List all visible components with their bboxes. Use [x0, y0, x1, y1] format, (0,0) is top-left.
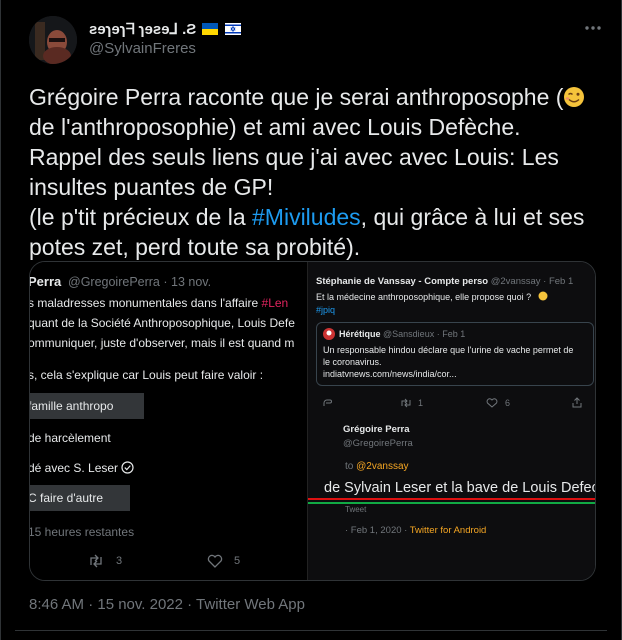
- screenshot-text-line: Et la médecine anthroposophique, elle pr…: [316, 292, 532, 302]
- retweet-count: 1: [418, 398, 424, 408]
- hashtag-link[interactable]: #Miviludes: [252, 204, 361, 230]
- tweet-container: ƨɘɿɘɿᖷ ɿɘƨɘ⅃ .Ƨ @SylvainFreres Grégoire …: [0, 0, 622, 640]
- poll-option: dé avec S. Leser: [30, 461, 135, 475]
- reply-to: to @2vanssay: [345, 461, 409, 472]
- poll-time-left: 15 heures restantes: [29, 525, 135, 539]
- winking-face-emoji-icon: [564, 87, 585, 107]
- screenshot-handle: @GregoirePerra: [343, 438, 413, 449]
- tweet-text-line: Rappel des seuls liens que j'ai avec ave…: [29, 144, 559, 200]
- divider: [15, 630, 607, 631]
- screenshot-handle-time: @GregoirePerra · 13 nov.: [68, 275, 212, 289]
- share-icon: [572, 397, 582, 408]
- display-name-text[interactable]: ƨɘɿɘɿᖷ ɿɘƨɘ⅃ .Ƨ: [89, 21, 196, 38]
- screenshot-author: Grégoire Perra: [343, 424, 410, 435]
- like-count: 5: [234, 555, 241, 567]
- poll-option: famille anthropo: [29, 399, 114, 413]
- quoted-text-line: le coronavirus.: [323, 357, 382, 367]
- quoted-author: Hérétique @Sansdieux · Feb 1: [339, 329, 466, 339]
- screenshot-author: Stéphanie de Vanssay - Compte perso @2va…: [316, 276, 574, 287]
- screenshot-left[interactable]: Perra @GregoirePerra · 13 nov. s maladre…: [30, 262, 330, 580]
- more-options-icon[interactable]: [583, 18, 603, 38]
- tweet-text: Grégoire Perra raconte que je serai anth…: [29, 82, 604, 262]
- retweet-icon: [401, 398, 411, 408]
- tweet-text-line: (le p'tit précieux de la: [29, 204, 253, 230]
- tweet-text-line: de l'anthroposophie) et ami avec Louis D…: [29, 114, 521, 140]
- check-circle-icon: [121, 461, 135, 474]
- israel-flag-icon: [224, 23, 241, 35]
- screenshot-text-line: s maladresses monumentales dans l'affair…: [29, 296, 289, 310]
- quoted-tweet: Hérétique @Sansdieux · Feb 1 Un responsa…: [316, 322, 594, 386]
- screenshot-right[interactable]: Stéphanie de Vanssay - Compte perso @2va…: [307, 262, 596, 580]
- underline-green: [308, 502, 595, 504]
- avatar: [323, 328, 335, 340]
- screenshot-label: Tweet: [345, 505, 367, 514]
- screenshot-text-line: quant de la Société Anthroposophique, Lo…: [29, 316, 295, 330]
- ukraine-flag-icon: [202, 23, 219, 35]
- thinking-face-emoji-icon: [538, 291, 548, 301]
- reply-icon: [323, 399, 332, 406]
- screenshot-text-line: ommuniquer, juste d'observer, mais il es…: [29, 336, 295, 350]
- screenshot-author: Perra: [29, 274, 62, 289]
- like-count: 6: [505, 398, 511, 408]
- underline-red: [308, 498, 595, 500]
- quoted-text-line: Un responsable hindou déclare que l'urin…: [323, 345, 574, 355]
- media-attachment[interactable]: Perra @GregoirePerra · 13 nov. s maladre…: [29, 261, 596, 581]
- screenshot-big-text: de Sylvain Leser et la bave de Louis Def…: [324, 480, 596, 496]
- heart-icon: [486, 398, 498, 408]
- avatar[interactable]: [29, 16, 77, 64]
- poll-option: C faire d'autre: [29, 491, 103, 505]
- retweet-icon: [90, 554, 102, 568]
- retweet-count: 3: [116, 555, 123, 567]
- screenshot-meta: · Feb 1, 2020 · Twitter for Android: [345, 525, 487, 536]
- heart-icon: [207, 554, 223, 568]
- display-name[interactable]: ƨɘɿɘɿᖷ ɿɘƨɘ⅃ .Ƨ: [89, 20, 241, 38]
- hashtag-link: #jpiq: [316, 305, 336, 315]
- user-handle[interactable]: @SylvainFreres: [89, 40, 196, 57]
- quoted-link: indiatvnews.com/news/india/cor...: [323, 369, 457, 379]
- poll-option: de harcèlement: [29, 431, 111, 445]
- screenshot-text-line: s, cela s'explique car Louis peut faire …: [29, 368, 264, 382]
- tweet-timestamp[interactable]: 8:46 AM · 15 nov. 2022 · Twitter Web App: [29, 596, 305, 613]
- tweet-text-line: Grégoire Perra raconte que je serai anth…: [29, 84, 564, 110]
